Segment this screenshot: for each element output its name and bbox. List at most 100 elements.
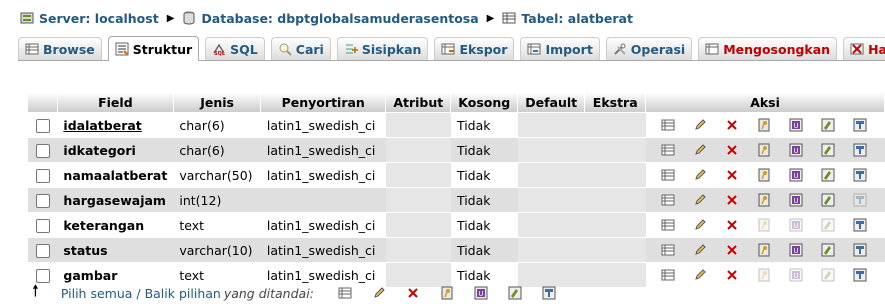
- fulltext-button[interactable]: [844, 266, 876, 284]
- checkbox[interactable]: [35, 168, 50, 183]
- checkbox[interactable]: [35, 118, 50, 133]
- tab-hapus[interactable]: Hapus: [843, 37, 885, 60]
- browse-value-button[interactable]: [652, 191, 684, 209]
- drop-button[interactable]: [716, 216, 748, 234]
- change-button[interactable]: [684, 191, 716, 209]
- change-button[interactable]: [684, 166, 716, 184]
- tab-mengosongkan[interactable]: Mengosongkan: [698, 37, 838, 60]
- tab-sisipkan[interactable]: Sisipkan: [336, 37, 429, 60]
- browse-value-button[interactable]: [652, 141, 684, 159]
- checkbox[interactable]: [35, 218, 50, 233]
- header-field[interactable]: Field: [57, 92, 174, 113]
- tab-sql[interactable]: SQL SQL: [205, 37, 265, 60]
- checkbox[interactable]: [35, 143, 50, 158]
- index-button[interactable]: [812, 216, 844, 234]
- primary-button[interactable]: [748, 141, 780, 159]
- table-row[interactable]: status varchar(10) latin1_swedish_ci Tidak U: [28, 237, 885, 263]
- checkbox[interactable]: [35, 193, 50, 208]
- browse-value-button[interactable]: [652, 266, 684, 284]
- tab-struktur[interactable]: Struktur: [107, 36, 200, 61]
- bulk-change-button[interactable]: [362, 286, 396, 300]
- unique-button[interactable]: U: [780, 191, 812, 209]
- fulltext-button[interactable]: [844, 166, 876, 184]
- unique-button[interactable]: U: [780, 216, 812, 234]
- change-button[interactable]: [684, 141, 716, 159]
- drop-button[interactable]: [716, 116, 748, 134]
- row-checkbox[interactable]: [28, 112, 58, 138]
- change-button[interactable]: [684, 266, 716, 284]
- select-all-link[interactable]: Pilih semua / Balik pilihan: [61, 286, 221, 301]
- drop-button[interactable]: [716, 266, 748, 284]
- field-name-cell[interactable]: keterangan: [57, 212, 174, 238]
- fulltext-button[interactable]: [844, 116, 876, 134]
- unique-button[interactable]: U: [780, 116, 812, 134]
- field-name-cell[interactable]: hargasewajam: [57, 187, 174, 213]
- breadcrumb-table[interactable]: Tabel: alatberat: [521, 11, 633, 26]
- fulltext-button[interactable]: [844, 141, 876, 159]
- row-checkbox[interactable]: [28, 137, 58, 163]
- index-button[interactable]: [812, 241, 844, 259]
- bulk-drop-button[interactable]: [396, 286, 430, 300]
- index-button[interactable]: [812, 166, 844, 184]
- header-ekstra[interactable]: Ekstra: [584, 92, 647, 113]
- tab-ekspor[interactable]: Ekspor: [434, 37, 515, 60]
- unique-button[interactable]: U: [780, 141, 812, 159]
- browse-value-button[interactable]: [652, 116, 684, 134]
- primary-button[interactable]: [748, 116, 780, 134]
- fulltext-button[interactable]: [844, 216, 876, 234]
- index-button[interactable]: [812, 141, 844, 159]
- header-kosong[interactable]: Kosong: [450, 92, 519, 113]
- browse-value-button[interactable]: [652, 216, 684, 234]
- tab-operasi[interactable]: Operasi: [605, 37, 693, 60]
- unique-button[interactable]: U: [780, 241, 812, 259]
- drop-button[interactable]: [716, 166, 748, 184]
- bulk-fulltext-button[interactable]: [532, 286, 566, 300]
- row-checkbox[interactable]: [28, 162, 58, 188]
- table-row[interactable]: idalatberat char(6) latin1_swedish_ci Tidak…: [28, 112, 885, 138]
- drop-button[interactable]: [716, 141, 748, 159]
- primary-button[interactable]: [748, 191, 780, 209]
- fulltext-button[interactable]: [844, 241, 876, 259]
- primary-button[interactable]: [748, 166, 780, 184]
- browse-value-button[interactable]: [652, 166, 684, 184]
- header-jenis[interactable]: Jenis: [173, 92, 262, 113]
- index-button[interactable]: [812, 266, 844, 284]
- field-name-cell[interactable]: namaalatberat: [57, 162, 174, 188]
- tab-browse[interactable]: Browse: [18, 37, 102, 60]
- primary-button[interactable]: [748, 266, 780, 284]
- bulk-primary-button[interactable]: [430, 286, 464, 300]
- bulk-index-button[interactable]: [498, 286, 532, 300]
- table-row[interactable]: namaalatberat varchar(50) latin1_swedish_c…: [28, 162, 885, 188]
- table-row[interactable]: idkategori char(6) latin1_swedish_ci Tidak U: [28, 137, 885, 163]
- primary-button[interactable]: [748, 216, 780, 234]
- change-button[interactable]: [684, 241, 716, 259]
- header-default[interactable]: Default: [517, 92, 586, 113]
- header-penyortiran[interactable]: Penyortiran: [260, 92, 387, 113]
- checkbox[interactable]: [35, 243, 50, 258]
- tab-import[interactable]: Import: [520, 37, 600, 60]
- unique-button[interactable]: U: [780, 266, 812, 284]
- drop-button[interactable]: [716, 191, 748, 209]
- breadcrumb-server[interactable]: Server: localhost: [39, 11, 159, 26]
- header-atribut[interactable]: Atribut: [385, 92, 452, 113]
- fulltext-button[interactable]: [844, 191, 876, 209]
- primary-button[interactable]: [748, 241, 780, 259]
- field-name-cell[interactable]: idalatberat: [57, 112, 174, 138]
- tab-cari[interactable]: Cari: [270, 37, 331, 60]
- browse-value-button[interactable]: [652, 241, 684, 259]
- change-button[interactable]: [684, 116, 716, 134]
- field-name-cell[interactable]: idkategori: [57, 137, 174, 163]
- index-button[interactable]: [812, 191, 844, 209]
- breadcrumb-database[interactable]: Database: dbptglobalsamuderasentosa: [201, 11, 478, 26]
- drop-button[interactable]: [716, 241, 748, 259]
- bulk-unique-button[interactable]: U: [464, 286, 498, 300]
- row-checkbox[interactable]: [28, 187, 58, 213]
- bulk-browse-button[interactable]: [328, 286, 362, 300]
- change-button[interactable]: [684, 216, 716, 234]
- table-row[interactable]: keterangan text latin1_swedish_ci Tidak U: [28, 212, 885, 238]
- table-row[interactable]: hargasewajam int(12) Tidak U: [28, 187, 885, 213]
- row-checkbox[interactable]: [28, 237, 58, 263]
- row-checkbox[interactable]: [28, 212, 58, 238]
- field-name-cell[interactable]: status: [57, 237, 174, 263]
- unique-button[interactable]: U: [780, 166, 812, 184]
